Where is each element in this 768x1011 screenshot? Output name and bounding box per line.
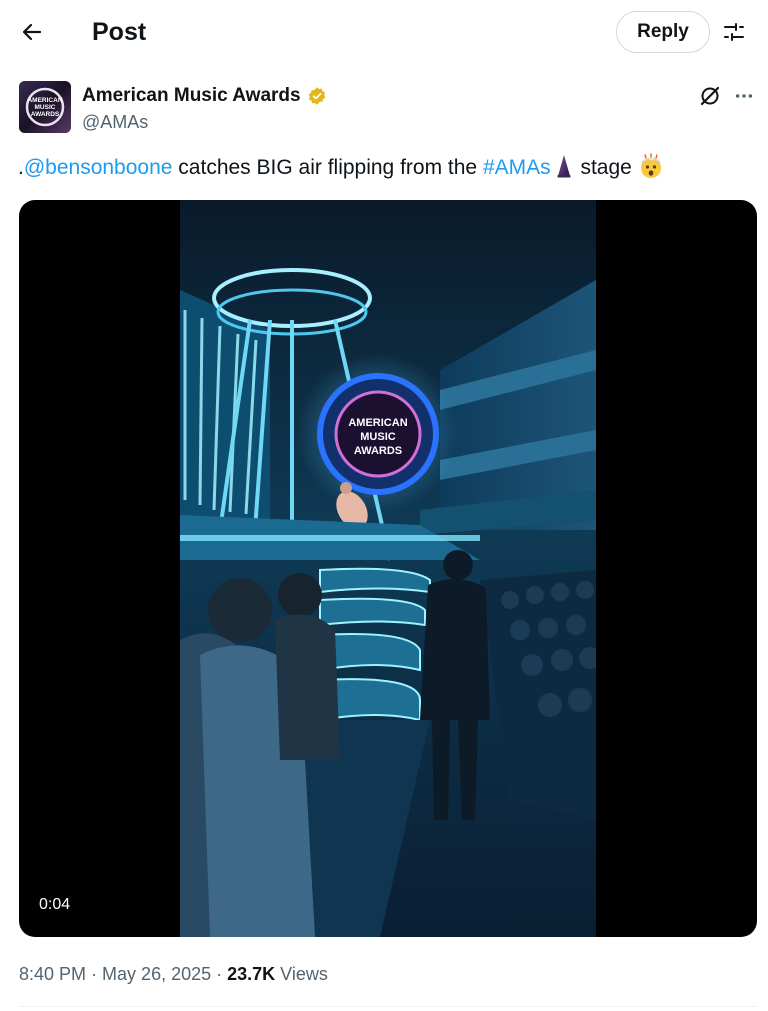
video-player[interactable]: AMERICAN MUSIC AWARDS 0:04 xyxy=(19,200,757,937)
grok-icon xyxy=(700,86,720,106)
meta-separator: · xyxy=(211,964,228,984)
more-horizontal-icon xyxy=(735,94,753,98)
author-handle[interactable]: @AMAs xyxy=(82,111,148,133)
amas-logo-icon: AMERICAN MUSIC AWARDS xyxy=(19,81,71,133)
video-frame: AMERICAN MUSIC AWARDS xyxy=(180,200,596,937)
hashtag-link[interactable]: #AMAs xyxy=(483,156,551,179)
divider xyxy=(19,1006,757,1007)
svg-text:MUSIC: MUSIC xyxy=(35,104,56,111)
amas-trophy-icon xyxy=(557,154,571,188)
author-name-link[interactable]: American Music Awards xyxy=(82,84,327,108)
text-segment-1: catches BIG air flipping from the xyxy=(172,156,483,179)
svg-text:AWARDS: AWARDS xyxy=(31,111,60,118)
post-date-link[interactable]: May 26, 2025 xyxy=(102,964,211,984)
grok-button[interactable] xyxy=(696,82,724,110)
back-button[interactable] xyxy=(14,14,50,50)
mention-link[interactable]: @bensonboone xyxy=(24,156,173,179)
svg-text:AMERICAN: AMERICAN xyxy=(27,97,62,104)
page-title: Post xyxy=(92,18,147,46)
meta-separator: · xyxy=(86,964,103,984)
views-count[interactable]: 23.7K xyxy=(227,964,275,984)
top-bar: Post Reply xyxy=(0,0,768,64)
text-segment-2: stage xyxy=(574,156,632,179)
stage-sign-line-3: AWARDS xyxy=(354,445,402,457)
arrow-left-icon xyxy=(22,23,42,41)
gold-verified-badge-icon[interactable] xyxy=(307,86,327,106)
sliders-icon xyxy=(724,23,744,41)
reply-filter-button[interactable] xyxy=(718,16,750,48)
post-time-link[interactable]: 8:40 PM xyxy=(19,964,86,984)
stage-sign-line-1: AMERICAN xyxy=(348,417,407,429)
video-duration: 0:04 xyxy=(39,896,71,913)
tweet-text: .@bensonboone catches BIG air flipping f… xyxy=(18,152,758,189)
post-meta: 8:40 PM · May 26, 2025 · 23.7K Views xyxy=(19,962,328,986)
reply-button[interactable]: Reply xyxy=(616,11,710,53)
views-label: Views xyxy=(275,964,328,984)
stage-sign-line-2: MUSIC xyxy=(360,431,396,443)
exploding-head-emoji-icon xyxy=(638,153,664,189)
more-options-button[interactable] xyxy=(730,82,758,110)
avatar[interactable]: AMERICAN MUSIC AWARDS xyxy=(19,81,71,133)
author-name: American Music Awards xyxy=(82,85,301,106)
